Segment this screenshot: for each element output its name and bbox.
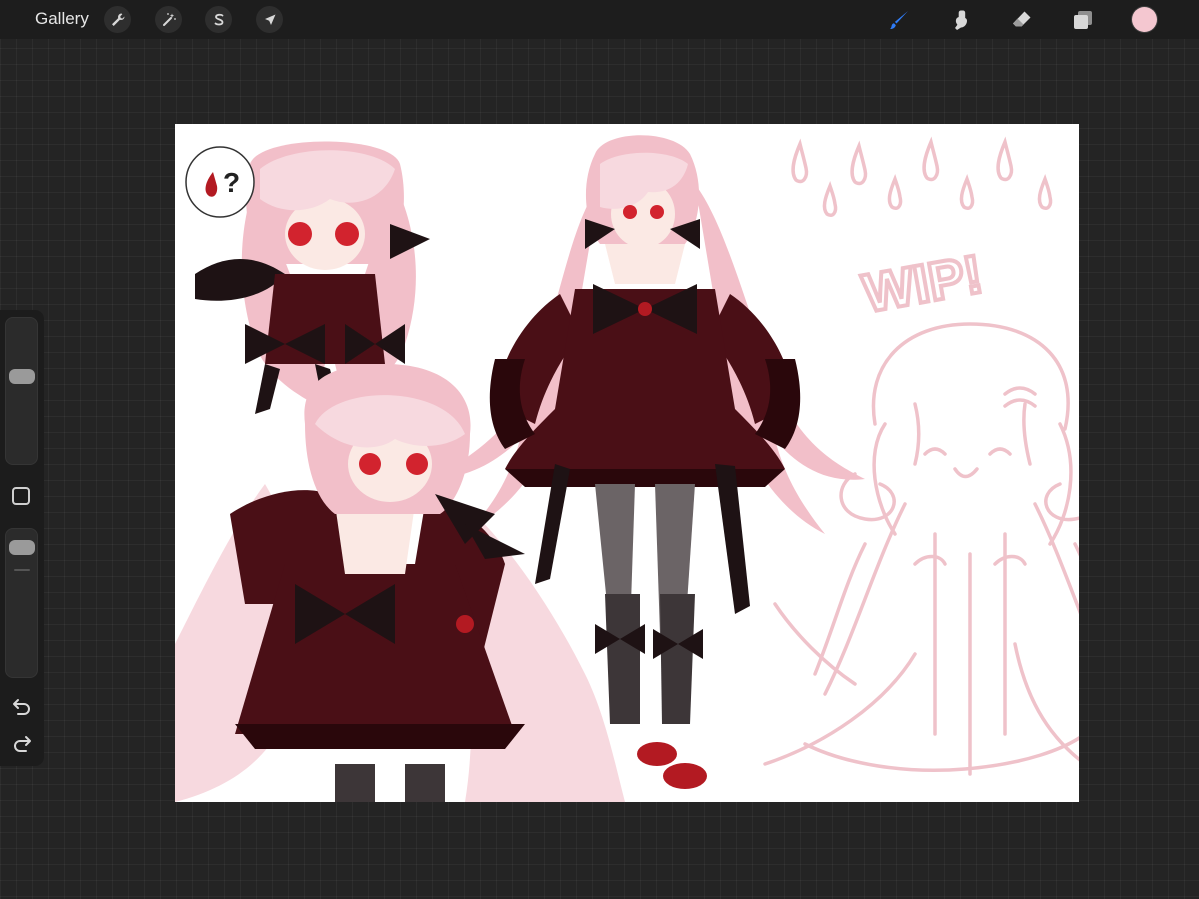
redo-button[interactable] — [11, 732, 33, 754]
redo-icon — [14, 736, 31, 752]
procreate-app: Gallery WIP! ? — [0, 0, 1199, 899]
gallery-button[interactable]: Gallery — [35, 9, 89, 29]
wrench-icon — [111, 13, 124, 26]
opacity-slider[interactable] — [5, 528, 38, 678]
adjustments-button[interactable] — [155, 6, 182, 33]
artwork: WIP! ? — [175, 135, 1079, 802]
opacity-thumb[interactable] — [9, 539, 35, 555]
color-swatch[interactable] — [1132, 7, 1157, 32]
undo-icon — [13, 699, 30, 715]
undo-button[interactable] — [11, 695, 33, 717]
left-sidebar — [0, 310, 44, 766]
brush-icon — [890, 11, 908, 30]
actions-button[interactable] — [104, 6, 131, 33]
selection-button[interactable] — [205, 6, 232, 33]
selection-s-icon — [214, 13, 223, 25]
eraser-button[interactable] — [1008, 6, 1036, 34]
brush-button[interactable] — [885, 6, 913, 34]
arrow-cursor-icon — [264, 14, 275, 25]
brush-size-thumb[interactable] — [9, 368, 35, 384]
brush-size-slider[interactable] — [5, 317, 38, 465]
layers-button[interactable] — [1069, 6, 1097, 34]
modify-button[interactable] — [12, 487, 30, 505]
smudge-button[interactable] — [946, 6, 974, 34]
svg-text:?: ? — [223, 167, 240, 198]
wip-text: WIP! — [859, 244, 988, 324]
top-toolbar: Gallery — [0, 0, 1199, 39]
layers-icon — [1074, 11, 1092, 29]
opacity-tick — [14, 569, 30, 571]
drawing-canvas[interactable]: WIP! ? — [175, 124, 1079, 802]
eraser-icon — [1013, 11, 1031, 27]
smudge-finger-icon — [955, 10, 967, 30]
magic-wand-icon — [162, 12, 176, 26]
transform-button[interactable] — [256, 6, 283, 33]
